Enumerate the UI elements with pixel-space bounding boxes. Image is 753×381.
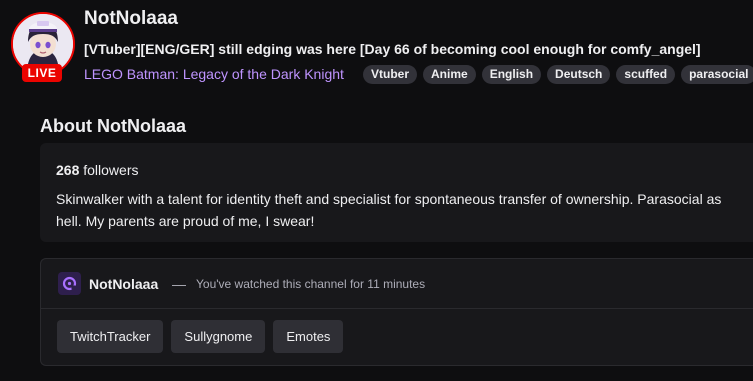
extension-logo-icon xyxy=(58,272,81,295)
tag-english[interactable]: English xyxy=(481,65,542,84)
followers-number: 268 xyxy=(56,162,80,178)
followers-count: 268 followers xyxy=(56,162,139,178)
tag-list: Vtuber Anime English Deutsch scuffed par… xyxy=(363,65,753,84)
tag-deutsch[interactable]: Deutsch xyxy=(547,65,611,84)
twitchtracker-button[interactable]: TwitchTracker xyxy=(57,320,164,353)
game-category-link[interactable]: LEGO Batman: Legacy of the Dark Knight xyxy=(84,66,344,82)
avatar-container[interactable]: LIVE xyxy=(11,12,75,82)
channel-name[interactable]: NotNolaaa xyxy=(84,8,178,30)
extension-header: NotNolaaa — You've watched this channel … xyxy=(41,259,753,309)
tag-scuffed[interactable]: scuffed xyxy=(616,65,676,84)
extension-panel: NotNolaaa — You've watched this channel … xyxy=(40,258,753,366)
channel-header: LIVE NotNolaaa [VTuber][ENG/GER] still e… xyxy=(0,0,753,100)
tag-vtuber[interactable]: Vtuber xyxy=(363,65,418,84)
extension-separator: — xyxy=(172,276,186,292)
extension-button-row: TwitchTracker Sullygnome Emotes xyxy=(57,320,344,353)
sullygnome-button[interactable]: Sullygnome xyxy=(171,320,266,353)
stream-title: [VTuber][ENG/GER] still edging was here … xyxy=(84,41,701,57)
watch-time-text: You've watched this channel for 11 minut… xyxy=(196,277,426,291)
about-panel: 268 followers Skinwalker with a talent f… xyxy=(40,143,753,242)
emotes-button[interactable]: Emotes xyxy=(273,320,344,353)
live-badge: LIVE xyxy=(22,64,62,82)
followers-label: followers xyxy=(83,162,139,178)
channel-bio: Skinwalker with a talent for identity th… xyxy=(56,191,722,229)
extension-channel-name: NotNolaaa xyxy=(89,276,159,292)
tag-anime[interactable]: Anime xyxy=(423,65,476,84)
tag-parasocial[interactable]: parasocial xyxy=(681,65,753,84)
about-heading: About NotNolaaa xyxy=(40,116,186,136)
